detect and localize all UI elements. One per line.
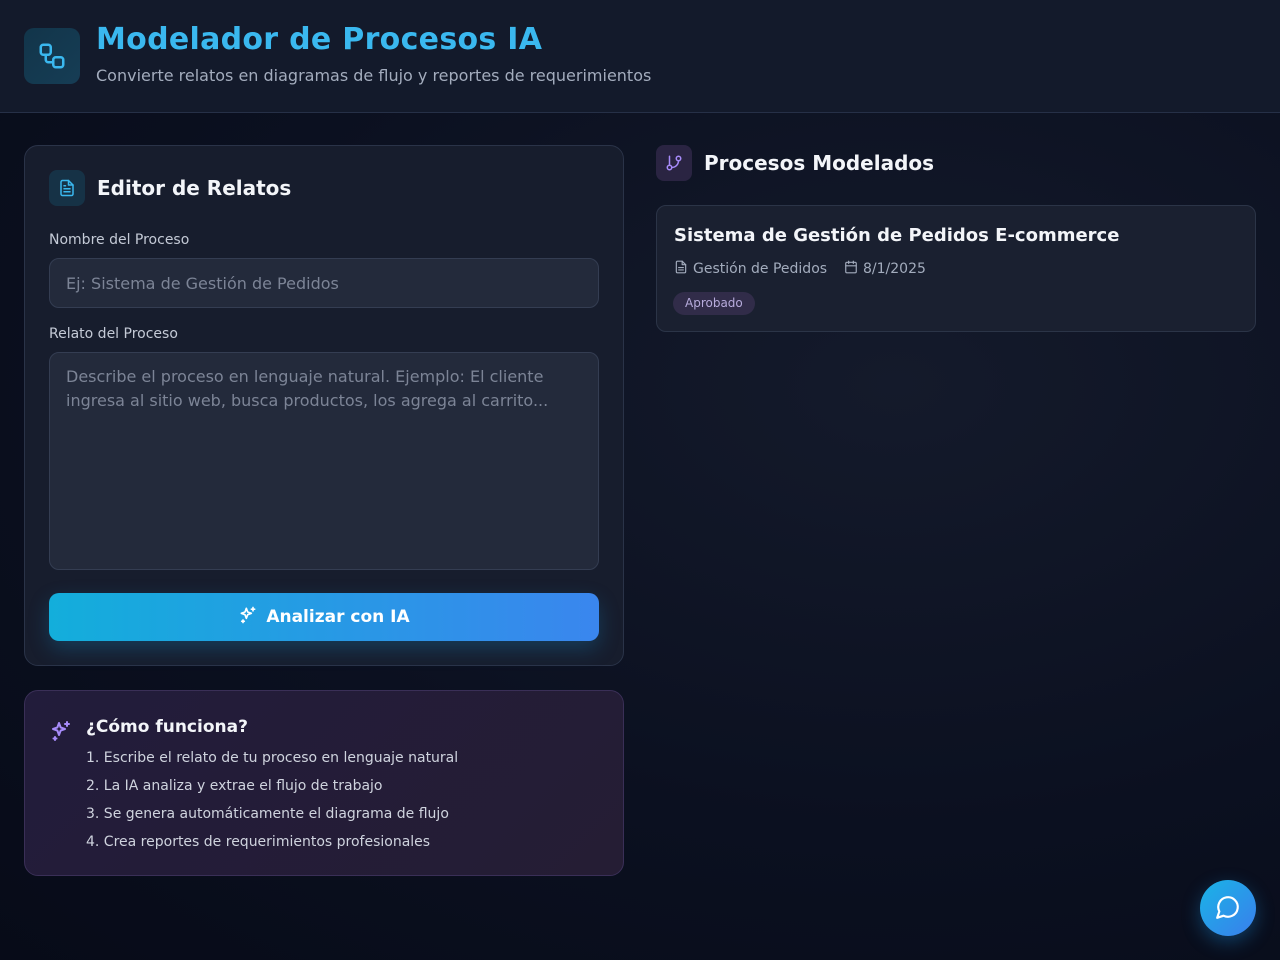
process-story-label: Relato del Proceso [49, 326, 178, 342]
git-branch-icon [656, 145, 692, 181]
processes-title: Procesos Modelados [704, 151, 935, 175]
step-item: 3. Se genera automáticamente el diagrama… [86, 806, 449, 822]
how-it-works-steps: 1. Escribe el relato de tu proceso en le… [86, 749, 458, 861]
sparkles-icon [49, 719, 73, 747]
editor-title: Editor de Relatos [97, 176, 292, 200]
process-card-title: Sistema de Gestión de Pedidos E-commerce [674, 225, 1120, 246]
how-it-works-title: ¿Cómo funciona? [86, 717, 248, 737]
status-badge: Aprobado [673, 292, 755, 315]
analyze-button-label: Analizar con IA [266, 607, 410, 627]
process-date-label: 8/1/2025 [863, 261, 926, 277]
sparkles-icon [238, 605, 258, 630]
step-item: 2. La IA analiza y extrae el flujo de tr… [86, 778, 383, 794]
message-circle-icon [1215, 894, 1241, 923]
process-name-label: Nombre del Proceso [49, 232, 190, 248]
analyze-button[interactable]: Analizar con IA [49, 593, 599, 641]
workflow-icon [24, 28, 80, 84]
process-story-textarea[interactable] [49, 352, 599, 570]
app-subtitle: Convierte relatos en diagramas de flujo … [96, 66, 652, 85]
file-text-icon [674, 260, 688, 278]
app-header: Modelador de Procesos IA Convierte relat… [0, 0, 1280, 113]
chat-button[interactable] [1200, 880, 1256, 936]
step-item: 4. Crea reportes de requerimientos profe… [86, 834, 431, 850]
process-category: Gestión de Pedidos [674, 260, 827, 278]
file-text-icon [49, 170, 85, 206]
step-item: 1. Escribe el relato de tu proceso en le… [86, 750, 459, 766]
story-editor-card: Editor de Relatos Nombre del Proceso Rel… [24, 145, 624, 666]
process-date: 8/1/2025 [844, 260, 926, 278]
how-it-works-card: ¿Cómo funciona? 1. Escribe el relato de … [24, 690, 624, 876]
process-card[interactable]: Sistema de Gestión de Pedidos E-commerce… [656, 205, 1256, 332]
calendar-icon [844, 260, 858, 278]
app-title: Modelador de Procesos IA [96, 22, 543, 57]
process-name-input[interactable] [49, 258, 599, 308]
process-category-label: Gestión de Pedidos [693, 261, 828, 277]
